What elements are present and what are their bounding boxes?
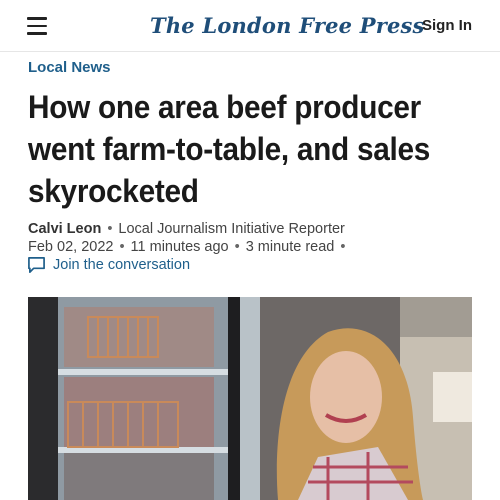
separator-dot: • (234, 239, 240, 255)
site-logo[interactable]: The London Free Press (150, 11, 424, 41)
author-role: Local Journalism Initiative Reporter (118, 221, 345, 237)
byline: Calvi Leon • Local Journalism Initiative R… (28, 221, 345, 237)
chat-bubble-icon (28, 257, 45, 273)
join-conversation-label: Join the conversation (53, 257, 191, 273)
separator-dot: • (119, 239, 125, 255)
time-ago: 11 minutes ago (130, 239, 229, 255)
join-conversation-link[interactable]: Join the conversation (27, 256, 190, 274)
author-name[interactable]: Calvi Leon (28, 221, 101, 237)
top-bar: The London Free Press Sign In (0, 0, 500, 52)
hero-image[interactable] (28, 297, 472, 500)
hamburger-menu-icon[interactable] (27, 17, 47, 35)
hero-photo (28, 297, 472, 500)
article-meta: Feb 02, 2022 • 11 minutes ago • 3 minute rea… (28, 239, 351, 255)
read-time: 3 minute read (245, 239, 335, 255)
publish-date: Feb 02, 2022 (28, 239, 114, 255)
article-headline: How one area beef producer went farm-to-… (28, 89, 431, 209)
separator-dot: • (107, 221, 113, 237)
sign-in-button[interactable]: Sign In (422, 17, 472, 34)
section-link-local-news[interactable]: Local News (28, 59, 111, 76)
separator-dot: • (340, 239, 346, 255)
